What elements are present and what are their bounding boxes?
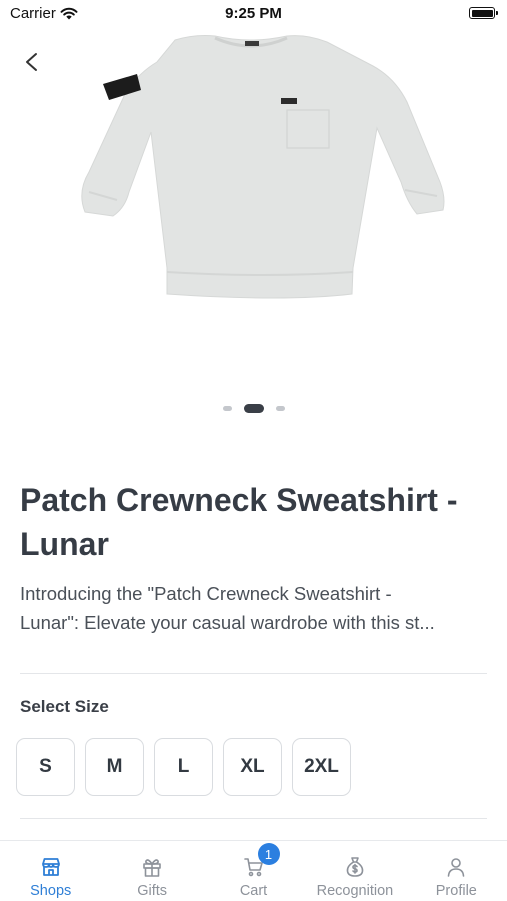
divider [20, 818, 487, 819]
clock: 9:25 PM [225, 5, 282, 22]
tab-label: Shops [30, 883, 72, 899]
size-options: S M L XL 2XL [16, 738, 351, 796]
tab-bar: Shops Gifts 1 Cart Recognition Profile [0, 840, 507, 901]
shop-icon [41, 858, 60, 876]
battery-icon [469, 7, 498, 19]
tab-recognition[interactable]: Recognition [304, 841, 405, 901]
size-option-xl[interactable]: XL [223, 738, 282, 796]
tab-gifts[interactable]: Gifts [101, 841, 202, 901]
cart-count-badge: 1 [257, 843, 280, 865]
pager-dot[interactable] [275, 406, 285, 411]
tab-cart[interactable]: 1 Cart [203, 841, 304, 901]
description-line: Introducing the "Patch Crewneck Sweatshi… [20, 583, 392, 604]
tab-profile[interactable]: Profile [406, 841, 507, 901]
gift-icon [143, 859, 161, 877]
divider [20, 673, 487, 674]
image-pager[interactable] [0, 404, 507, 413]
size-option-m[interactable]: M [85, 738, 144, 796]
product-description[interactable]: Introducing the "Patch Crewneck Sweatshi… [20, 579, 492, 637]
pager-dot-active[interactable] [243, 404, 264, 413]
size-option-s[interactable]: S [16, 738, 75, 796]
money-bag-icon [346, 857, 364, 877]
tab-shops[interactable]: Shops [0, 841, 101, 901]
product-title: Patch Crewneck Sweatshirt - Lunar [20, 482, 458, 562]
person-icon [448, 858, 465, 877]
status-bar: Carrier 9:25 PM [0, 0, 507, 28]
size-section-label: Select Size [20, 697, 109, 716]
product-image[interactable] [55, 32, 455, 312]
back-button[interactable] [18, 48, 46, 76]
tab-label: Cart [239, 883, 268, 899]
pager-dot[interactable] [222, 406, 232, 411]
tab-label: Gifts [137, 883, 168, 899]
tab-label: Recognition [316, 883, 394, 899]
tab-label: Profile [435, 883, 477, 899]
size-option-l[interactable]: L [154, 738, 213, 796]
size-option-2xl[interactable]: 2XL [292, 738, 351, 796]
description-line: Lunar": Elevate your casual wardrobe wit… [20, 612, 435, 633]
chevron-left-icon [26, 53, 37, 71]
